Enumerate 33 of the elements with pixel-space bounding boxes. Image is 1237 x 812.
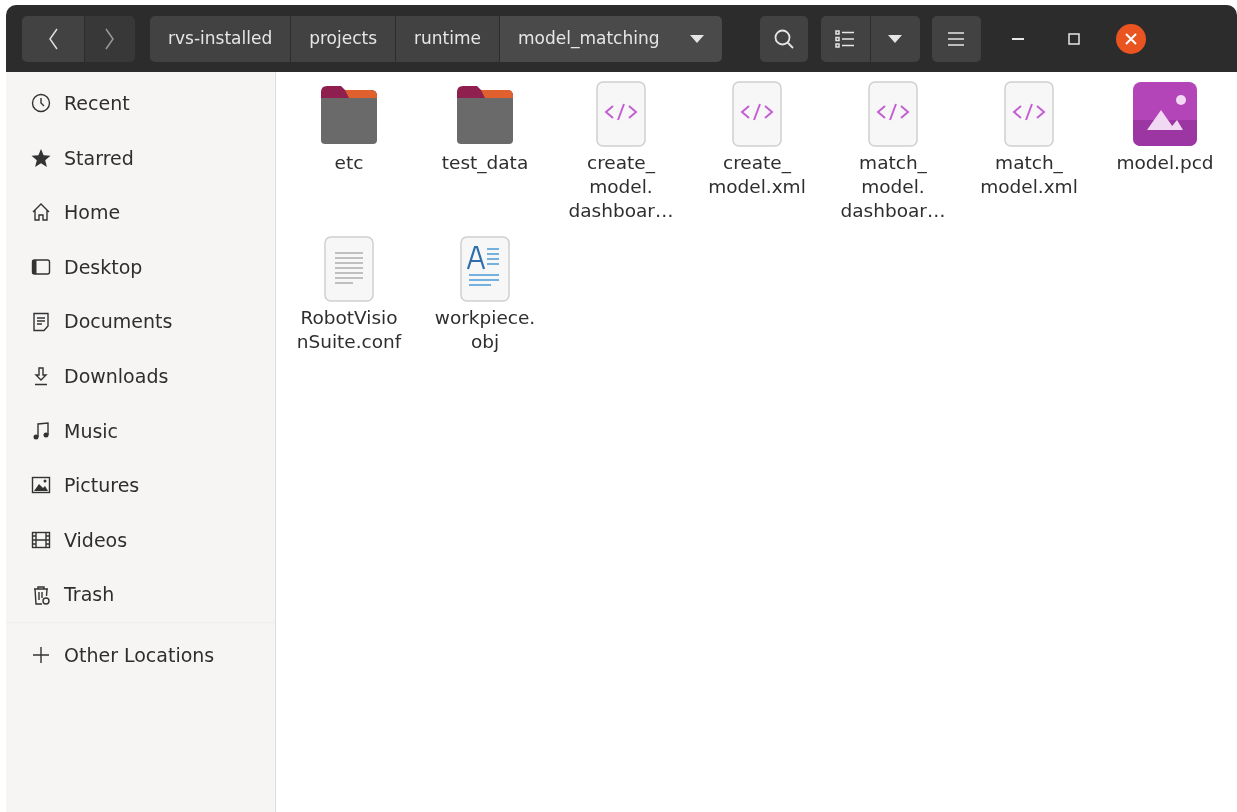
sidebar-item[interactable]: Desktop (6, 239, 275, 295)
file-name: RobotVisio nSuite.conf (296, 306, 402, 354)
sidebar-item[interactable]: Pictures (6, 458, 275, 513)
file-item[interactable]: create_ model.xml (689, 80, 825, 235)
file-name: create_ model. dashboar… (568, 151, 674, 223)
file-item[interactable]: match_ model.xml (961, 80, 1097, 235)
file-name: create_ model.xml (708, 151, 806, 199)
sidebar-item[interactable]: Starred (6, 130, 275, 186)
sidebar-item[interactable]: Recent (6, 76, 275, 131)
path-button[interactable]: rvs-installed (150, 15, 291, 62)
file-name: etc (334, 151, 364, 175)
file-item[interactable]: workpiece. obj (417, 235, 553, 390)
file-item[interactable]: model.pcd (1097, 80, 1233, 235)
file-name: workpiece. obj (434, 306, 536, 354)
sidebar-item[interactable]: Downloads (6, 348, 275, 404)
file-item[interactable]: create_ model. dashboar… (553, 80, 689, 235)
path-button[interactable]: projects (291, 15, 396, 62)
sidebar-item[interactable]: Home (6, 185, 275, 240)
path-button[interactable]: runtime (396, 15, 499, 62)
file-item[interactable]: RobotVisio nSuite.conf (281, 235, 417, 390)
file-item[interactable]: match_ model. dashboar… (825, 80, 961, 235)
path-button[interactable]: model_matching (500, 15, 722, 62)
file-item[interactable]: test_data (417, 80, 553, 235)
sidebar-item[interactable]: Other Locations (6, 622, 275, 687)
sidebar-item[interactable]: Trash (6, 567, 275, 622)
file-name: test_data (441, 151, 529, 175)
sidebar-item[interactable]: Videos (6, 512, 275, 568)
file-name: model.pcd (1116, 151, 1214, 175)
file-name: match_ model. dashboar… (840, 151, 946, 223)
sidebar-item[interactable]: Music (6, 403, 275, 459)
file-item[interactable]: etc (281, 80, 417, 235)
sidebar-item[interactable]: Documents (6, 294, 275, 349)
file-name: match_ model.xml (980, 151, 1078, 199)
